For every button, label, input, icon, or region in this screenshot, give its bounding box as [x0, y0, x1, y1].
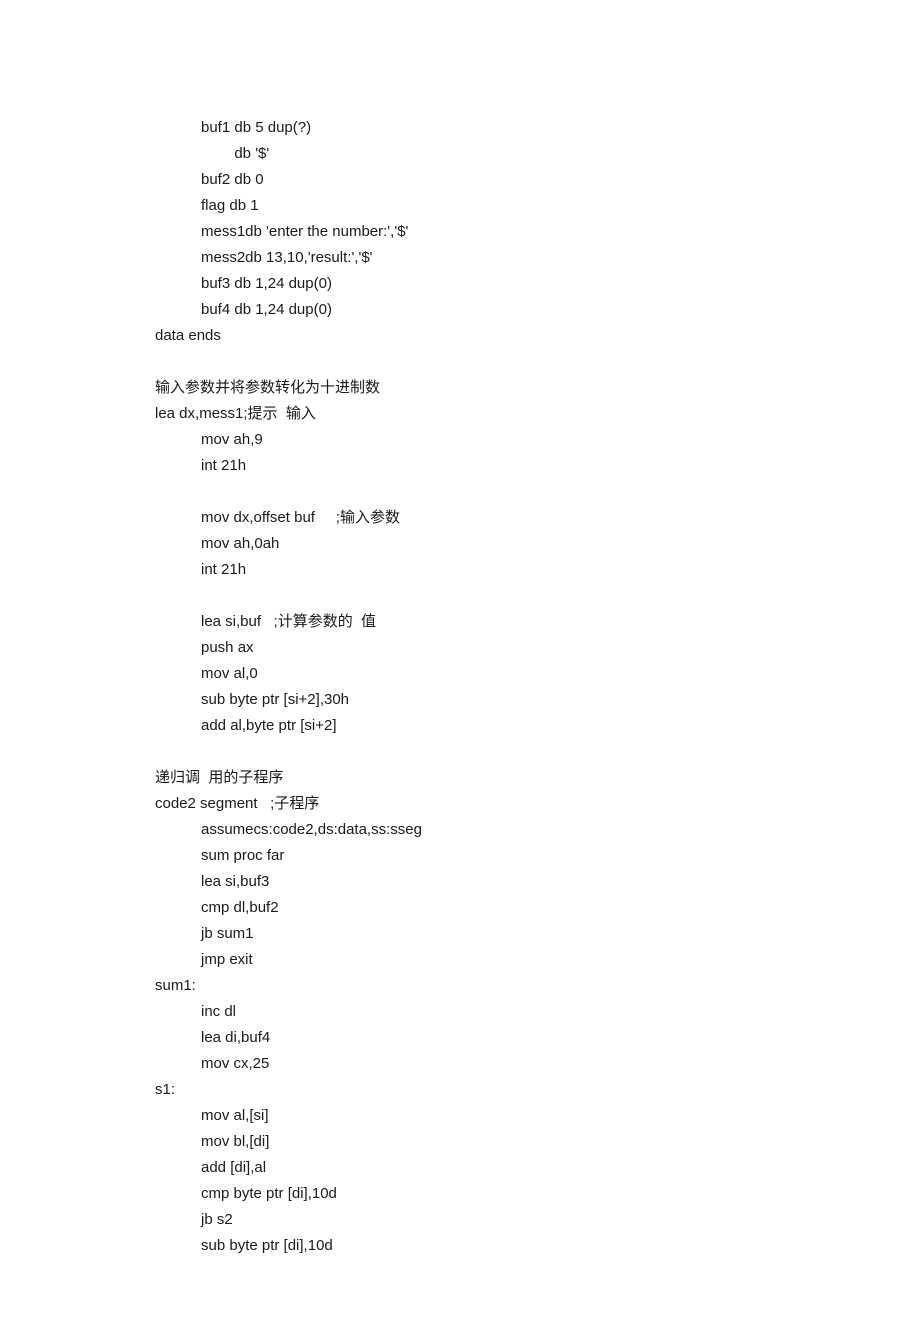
code-line: jb sum1: [155, 921, 920, 947]
code-line: add al,byte ptr [si+2]: [155, 713, 920, 739]
code-label: s1:: [155, 1077, 920, 1103]
code-label: sum1:: [155, 973, 920, 999]
code-line: buf3 db 1,24 dup(0): [155, 271, 920, 297]
code-line: mov dx,offset buf ;输入参数: [155, 505, 920, 531]
code-line: flag db 1: [155, 193, 920, 219]
code-line: mov al,[si]: [155, 1103, 920, 1129]
blank-line: [155, 739, 920, 765]
code-line: jb s2: [155, 1207, 920, 1233]
code-line: mess1db 'enter the number:','$': [155, 219, 920, 245]
section-heading: 递归调 用的子程序: [155, 765, 920, 791]
code-line: add [di],al: [155, 1155, 920, 1181]
code-line: cmp dl,buf2: [155, 895, 920, 921]
blank-line: [155, 583, 920, 609]
code-line: inc dl: [155, 999, 920, 1025]
code-line: mov ah,0ah: [155, 531, 920, 557]
code-line: sub byte ptr [di],10d: [155, 1233, 920, 1259]
code-line: int 21h: [155, 557, 920, 583]
code-line: buf2 db 0: [155, 167, 920, 193]
code-line: buf4 db 1,24 dup(0): [155, 297, 920, 323]
code-line: mov cx,25: [155, 1051, 920, 1077]
code-line: data ends: [155, 323, 920, 349]
section-heading: 输入参数并将参数转化为十进制数: [155, 375, 920, 401]
code-line: lea si,buf ;计算参数的 值: [155, 609, 920, 635]
blank-line: [155, 479, 920, 505]
code-line: lea di,buf4: [155, 1025, 920, 1051]
code-line: mov bl,[di]: [155, 1129, 920, 1155]
code-line: mov al,0: [155, 661, 920, 687]
code-line: sub byte ptr [si+2],30h: [155, 687, 920, 713]
code-line: db '$': [155, 141, 920, 167]
code-line: mov ah,9: [155, 427, 920, 453]
code-line: lea dx,mess1;提示 输入: [155, 401, 920, 427]
code-line: sum proc far: [155, 843, 920, 869]
code-line: int 21h: [155, 453, 920, 479]
code-line: assumecs:code2,ds:data,ss:sseg: [155, 817, 920, 843]
blank-line: [155, 349, 920, 375]
code-line: mess2db 13,10,'result:','$': [155, 245, 920, 271]
code-line: lea si,buf3: [155, 869, 920, 895]
code-line: buf1 db 5 dup(?): [155, 115, 920, 141]
code-line: cmp byte ptr [di],10d: [155, 1181, 920, 1207]
code-line: code2 segment ;子程序: [155, 791, 920, 817]
code-line: jmp exit: [155, 947, 920, 973]
code-line: push ax: [155, 635, 920, 661]
